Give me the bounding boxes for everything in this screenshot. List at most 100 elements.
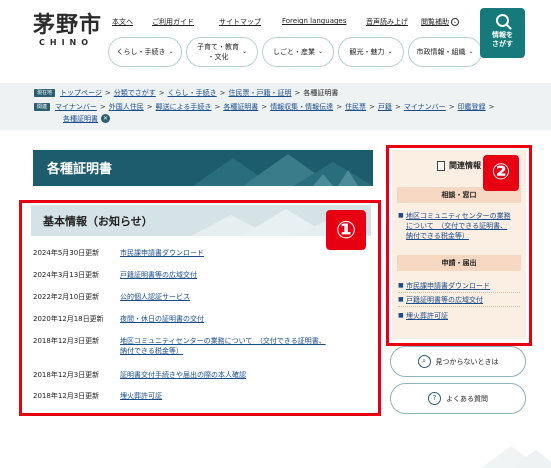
list-item: 2022年2月10日更新 公的個人認証サービス: [33, 292, 373, 302]
mountain-decoration-icon: [481, 446, 551, 468]
tag-link[interactable]: 住民票: [345, 102, 366, 112]
news-link[interactable]: 公的個人認証サービス: [120, 292, 370, 302]
news-date: 2024年5月30日更新: [33, 249, 100, 257]
breadcrumb-category[interactable]: 分類でさがす: [114, 88, 156, 98]
tag-separator: >: [214, 103, 221, 111]
news-date: 2018年12月3日更新: [33, 392, 100, 400]
site-logo[interactable]: 茅野市 CHINO: [33, 12, 102, 47]
logo-text: 茅野市: [33, 12, 103, 38]
nav-label: 子育て・教育 ・文化: [197, 42, 239, 62]
list-item: 2018年12月3日更新 地区コミュニティセンターの業務について （交付できる証…: [33, 336, 373, 356]
list-item: 2024年5月30日更新 市民課申請書ダウンロード: [33, 248, 373, 258]
page-title: 各種証明書: [47, 162, 113, 177]
search-icon: ⌕: [417, 355, 431, 368]
logo-subtext: CHINO: [39, 38, 94, 47]
faq-label: よくある質問: [446, 394, 488, 403]
news-link[interactable]: 証明書交付手続きや届出の際の本人確認: [120, 370, 370, 380]
question-icon: ?: [428, 392, 441, 405]
breadcrumb: 現在地 トップページ > 分類でさがす > くらし・手続き > 住民票・戸籍・証明 > …: [34, 88, 338, 98]
breadcrumb-resident[interactable]: 住民票・戸籍・証明: [229, 88, 292, 98]
related-tags: 関連 マイナンバー > 外国人住民 > 郵送による手続き > 各種証明書 > 情報収集・…: [34, 102, 497, 112]
utility-links: 本文へ ご利用ガイド サイトマップ Foreign languages 音声読み…: [112, 17, 461, 27]
tag-separator: >: [488, 103, 495, 111]
chevron-down-icon: ⌄: [317, 48, 324, 55]
site-header: 茅野市 CHINO 本文へ ご利用ガイド サイトマップ Foreign lang…: [0, 0, 551, 80]
tag-separator: >: [146, 103, 153, 111]
tag-link[interactable]: 外国人住民: [109, 102, 144, 112]
tag-link[interactable]: 情報収集・情報伝達: [270, 102, 333, 112]
news-link[interactable]: 戸籍証明書等の広域交付: [120, 270, 370, 280]
tag-separator: >: [369, 103, 375, 111]
search-icon: [496, 14, 509, 27]
search-info-button[interactable]: 情報を さがす: [480, 8, 525, 58]
breadcrumb-top[interactable]: トップページ: [60, 88, 102, 98]
list-item: 2020年12月18日更新 夜間・休日の証明書の交付: [33, 314, 373, 324]
annotation-badge-2: ②: [483, 155, 519, 191]
tag-link[interactable]: 郵送による手続き: [156, 102, 212, 112]
read-aloud-link[interactable]: 音声読み上げ: [366, 17, 421, 27]
nav-childcare-education[interactable]: 子育て・教育 ・文化 ⌄: [186, 37, 258, 67]
nav-label-line2: ・文化: [207, 53, 229, 61]
list-item: 2018年12月3日更新 埋火葬許可証: [33, 391, 373, 401]
search-button-label: 情報を さがす: [480, 31, 525, 49]
global-nav: くらし・手続き ⌄ 子育て・教育 ・文化 ⌄ しごと・産業 ⌄ 観光・魅力 ⌄ 市政情報・…: [108, 37, 486, 67]
close-icon[interactable]: ✕: [101, 114, 110, 123]
usage-guide-link[interactable]: ご利用ガイド: [152, 17, 219, 27]
search-label-line1: 情報を: [492, 31, 513, 39]
foreign-languages-link[interactable]: Foreign languages: [282, 17, 366, 27]
tag-link[interactable]: 各種証明書: [223, 102, 258, 112]
sitemap-link[interactable]: サイトマップ: [219, 17, 282, 27]
news-date: 2020年12月18日更新: [33, 315, 104, 323]
nav-label: 市政情報・組織: [416, 48, 466, 56]
not-found-button[interactable]: ⌕ 見つからないときは: [390, 346, 526, 377]
news-date: 2018年12月3日更新: [33, 337, 100, 345]
tag-link[interactable]: マイナンバー: [404, 102, 446, 112]
tag-link[interactable]: マイナンバー: [55, 102, 97, 112]
nav-label: 観光・魅力: [349, 48, 385, 56]
breadcrumb-separator: >: [104, 89, 111, 97]
nav-label: しごと・産業: [272, 48, 315, 56]
news-link[interactable]: 夜間・休日の証明書の交付: [120, 314, 370, 324]
news-date: 2024年3月13日更新: [33, 271, 100, 279]
nav-label: くらし・手続き: [116, 48, 166, 56]
tag-separator: >: [448, 103, 455, 111]
nav-city-info[interactable]: 市政情報・組織 ⌄: [408, 37, 482, 67]
faq-button[interactable]: ? よくある質問: [390, 383, 526, 414]
not-found-label: 見つからないときは: [435, 357, 499, 366]
news-link[interactable]: 埋火葬許可証: [120, 391, 370, 401]
breadcrumb-separator: >: [294, 89, 301, 97]
page-title-band: 各種証明書: [33, 150, 373, 186]
news-date: 2022年2月10日更新: [33, 293, 100, 301]
browsing-assist-link[interactable]: 閲覧補助 ⌄: [421, 17, 461, 27]
news-link-line2: 納付できる税金等）: [120, 347, 183, 355]
skip-to-content-link[interactable]: 本文へ: [112, 17, 152, 27]
search-label-line2: さがす: [492, 40, 513, 48]
tag-link[interactable]: 各種証明書: [63, 114, 98, 124]
tag-link[interactable]: 戸籍: [378, 102, 392, 112]
browsing-assist-label: 閲覧補助: [421, 18, 449, 26]
list-item: 2024年3月13日更新 戸籍証明書等の広域交付: [33, 270, 373, 280]
list-item: 2018年12月3日更新 証明書交付手続きや届出の際の本人確認: [33, 370, 373, 380]
breadcrumb-current: 各種証明書: [303, 89, 339, 97]
chevron-down-icon: ⌄: [451, 18, 459, 26]
related-tags-line2: 各種証明書 ✕: [63, 114, 110, 124]
tag-separator: >: [261, 103, 268, 111]
news-link-line1: 地区コミュニティセンターの業務について （交付できる証明書、: [120, 337, 326, 345]
breadcrumb-separator: >: [158, 89, 165, 97]
tag-separator: >: [336, 103, 343, 111]
nav-tourism[interactable]: 観光・魅力 ⌄: [338, 37, 404, 67]
nav-living-procedures[interactable]: くらし・手続き ⌄: [108, 37, 182, 67]
news-link[interactable]: 地区コミュニティセンターの業務について （交付できる証明書、 納付できる税金等）: [120, 336, 370, 356]
chevron-down-icon: ⌄: [387, 48, 393, 55]
news-link[interactable]: 市民課申請書ダウンロード: [120, 248, 370, 258]
nav-work-industry[interactable]: しごと・産業 ⌄: [262, 37, 334, 67]
chevron-down-icon: ⌄: [241, 48, 248, 55]
related-tag-label: 関連: [34, 103, 51, 111]
tag-link[interactable]: 印鑑登録: [458, 102, 486, 112]
breadcrumb-living[interactable]: くらし・手続き: [168, 88, 217, 98]
news-date: 2018年12月3日更新: [33, 371, 100, 379]
chevron-down-icon: ⌄: [168, 48, 174, 55]
chevron-down-icon: ⌄: [468, 48, 474, 55]
breadcrumb-area: 現在地 トップページ > 分類でさがす > くらし・手続き > 住民票・戸籍・証明 > …: [0, 83, 551, 130]
current-location-tag: 現在地: [34, 89, 56, 97]
